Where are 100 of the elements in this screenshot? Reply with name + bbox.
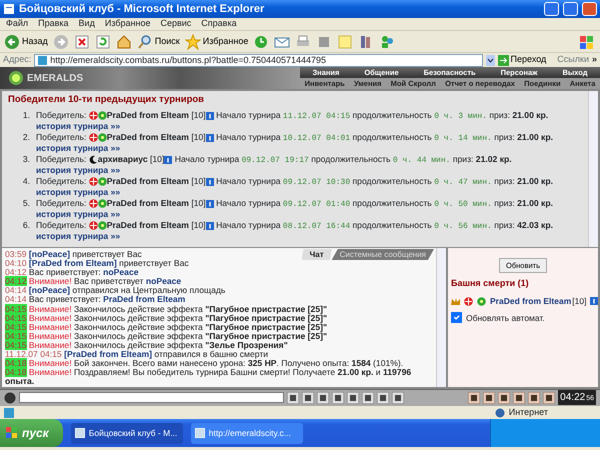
crown-icon bbox=[451, 296, 460, 306]
info-icon[interactable] bbox=[206, 178, 214, 186]
info-icon[interactable] bbox=[206, 112, 214, 120]
menu-item[interactable]: Справка bbox=[201, 17, 237, 31]
history-link[interactable]: история турнира »» bbox=[36, 187, 120, 198]
scrollbar[interactable] bbox=[436, 248, 446, 387]
start-time: 09.12.07 10:30 bbox=[282, 178, 350, 188]
start-time: 11.12.07 04:15 bbox=[282, 112, 350, 122]
history-link[interactable]: история турнира »» bbox=[36, 231, 120, 242]
crescent-icon bbox=[88, 155, 98, 164]
start-label: Начало турнира bbox=[216, 220, 281, 230]
section-heading: Победители 10-ти предыдущих турниров bbox=[8, 93, 206, 107]
toolbar-button[interactable]: Назад bbox=[4, 34, 48, 50]
menu-item[interactable]: Сервис bbox=[160, 17, 192, 31]
page-icon bbox=[38, 56, 48, 64]
links-label[interactable]: Ссылки bbox=[557, 53, 589, 67]
prize-label: приз: bbox=[494, 198, 515, 208]
prize-amount: 21.00 кр. bbox=[512, 110, 548, 120]
clan-emblem-icon bbox=[88, 199, 98, 208]
prize-label: приз: bbox=[489, 110, 510, 120]
info-icon[interactable] bbox=[206, 200, 214, 208]
browser-icon bbox=[74, 428, 85, 438]
prize-amount: 21.00 кр. bbox=[517, 132, 553, 142]
page-icon bbox=[4, 408, 14, 418]
player-name[interactable]: архивариус bbox=[98, 154, 148, 164]
info-icon[interactable] bbox=[590, 297, 598, 306]
winner-label: Победитель: bbox=[36, 132, 86, 142]
document-icon bbox=[3, 3, 15, 15]
history-link[interactable]: история турнира »» bbox=[36, 143, 120, 154]
start-label: Начало турнира bbox=[216, 198, 281, 208]
auto-refresh-checkbox[interactable] bbox=[451, 312, 462, 324]
player-name[interactable]: PraDed from Elteam bbox=[106, 176, 189, 186]
taskbar-button[interactable]: http://emeraldscity.c... bbox=[190, 422, 303, 444]
duration-label: продолжительность bbox=[352, 198, 432, 208]
history-icon[interactable] bbox=[253, 34, 270, 50]
prize-amount: 21.02 кр. bbox=[476, 154, 512, 164]
chat-message: 04:12 Вас приветствует: noPeace bbox=[5, 268, 139, 278]
player-level: [10] bbox=[191, 198, 206, 208]
chat-message: 11.12.07 04:15 [PraDed from Elteam] отправился в башню смерти bbox=[5, 350, 268, 360]
people-icon[interactable] bbox=[379, 34, 396, 50]
refresh-icon[interactable] bbox=[94, 34, 111, 50]
info-icon[interactable] bbox=[206, 134, 214, 142]
menu-item[interactable]: Вид bbox=[78, 17, 95, 31]
more-chevron[interactable]: » bbox=[592, 53, 597, 67]
start-time: 08.12.07 16:44 bbox=[282, 222, 350, 232]
info-icon[interactable] bbox=[206, 222, 214, 230]
window-title: Бойцовский клуб - Microsoft Internet Explorer bbox=[19, 2, 266, 17]
stop-icon[interactable] bbox=[74, 34, 90, 50]
player-name[interactable]: PraDed from Elteam bbox=[106, 132, 189, 142]
chat-message: 04:15 Внимание! Закончилось действие эффекта "Пагубное пристрастие [25]" bbox=[5, 332, 328, 341]
windows-logo-icon bbox=[578, 34, 596, 50]
taskbar-button[interactable]: Бойцовский клуб - M... bbox=[70, 422, 183, 444]
home-icon[interactable] bbox=[116, 34, 132, 50]
logo-text: EMERALDS bbox=[27, 72, 84, 86]
maximize-button[interactable] bbox=[563, 2, 578, 16]
start-label: Начало турнира bbox=[174, 154, 240, 164]
panel-title: Башня смерти (1) bbox=[451, 277, 530, 290]
chat-input[interactable] bbox=[19, 392, 284, 403]
close-button[interactable] bbox=[582, 2, 597, 16]
player-level: [10] bbox=[572, 294, 586, 308]
player-level: [10] bbox=[150, 154, 164, 164]
player-name[interactable]: PraDed from Elteam bbox=[106, 110, 189, 120]
address-field[interactable]: http://emeraldscity.combats.ru/buttons.pl?battle=0.750440571444795 bbox=[34, 54, 483, 66]
player-name[interactable]: PraDed from Elteam bbox=[490, 294, 572, 308]
alignment-icon bbox=[98, 177, 107, 186]
search-icon bbox=[136, 34, 153, 50]
dropdown-icon[interactable] bbox=[486, 54, 495, 66]
list-number: 4. bbox=[22, 176, 31, 188]
star-icon bbox=[184, 34, 201, 50]
duration: 0 ч. 47 мин. bbox=[434, 178, 492, 188]
address-label: Адрес: bbox=[3, 53, 32, 66]
list-number: 2. bbox=[22, 132, 31, 144]
prize-label: приз: bbox=[494, 220, 515, 230]
chat-message: 04:14 [noPeace] отправился на Центральную площадь bbox=[5, 286, 226, 296]
go-button[interactable]: Переход bbox=[498, 53, 546, 67]
chat-message: 04:14 Вас приветствует: PraDed from Elteam bbox=[5, 295, 186, 305]
list-number: 6. bbox=[22, 220, 31, 232]
list-number: 1. bbox=[22, 110, 31, 122]
chat-message: 04:15 Внимание! Закончилось действие эффекта "Пагубное пристрастие [25]" bbox=[5, 322, 328, 332]
duration-label: продолжительность bbox=[352, 220, 432, 230]
duration: 0 ч. 50 мин. bbox=[434, 200, 492, 210]
menu-item[interactable]: Файл bbox=[6, 17, 28, 31]
history-link[interactable]: история турнира »» bbox=[36, 209, 120, 220]
info-icon[interactable] bbox=[164, 156, 172, 164]
toolbar-button[interactable]: Поиск bbox=[136, 34, 180, 50]
chat-tab[interactable]: Чат bbox=[302, 249, 332, 260]
player-name[interactable]: PraDed from Elteam bbox=[106, 198, 189, 208]
minimize-button[interactable] bbox=[544, 2, 559, 16]
menu-item[interactable]: Избранное bbox=[104, 17, 150, 31]
start-label: Начало турнира bbox=[216, 176, 281, 186]
scrollbar[interactable] bbox=[588, 91, 598, 247]
start-time: 10.12.07 04:01 bbox=[282, 134, 350, 144]
duration-label: продолжительность bbox=[352, 132, 432, 142]
menu-item[interactable]: Правка bbox=[38, 17, 69, 31]
player-name[interactable]: PraDed from Elteam bbox=[106, 220, 189, 230]
history-link[interactable]: история турнира »» bbox=[36, 121, 120, 132]
start-time: 09.12.07 19:17 bbox=[242, 156, 309, 166]
toolbar-button[interactable]: Избранное bbox=[184, 34, 248, 50]
history-link[interactable]: история турнира »» bbox=[36, 165, 120, 176]
globe-icon bbox=[494, 408, 505, 418]
